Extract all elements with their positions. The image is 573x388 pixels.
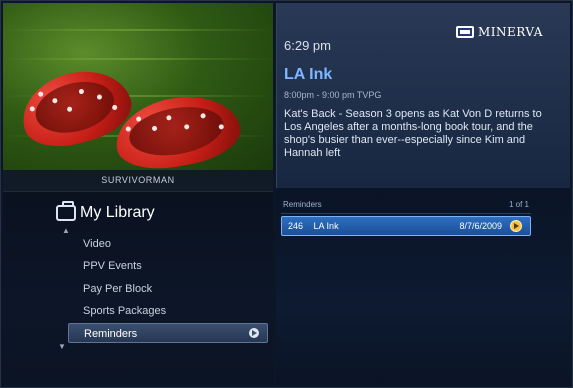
reminder-name: 246 LA Ink [288, 221, 339, 231]
program-description: Kat's Back - Season 3 opens as Kat Von D… [284, 108, 542, 159]
reminder-row[interactable]: 246 LA Ink 8/7/6/2009 [281, 216, 531, 236]
scroll-up-icon[interactable]: ▲ [62, 226, 70, 235]
menu-item-pay-per-block[interactable]: Pay Per Block [83, 283, 152, 295]
library-icon [56, 201, 76, 221]
reminders-count: 1 of 1 [508, 200, 529, 209]
current-time: 6:29 pm [284, 38, 331, 53]
brand-logo-icon [456, 26, 474, 38]
preview-thumbnail [3, 3, 273, 170]
chevron-right-icon [249, 328, 259, 338]
program-title: LA Ink [284, 66, 333, 83]
reminder-channel: 246 [288, 221, 304, 231]
reminder-title: LA Ink [313, 221, 339, 231]
preview-credit: SURVIVORMAN [101, 175, 175, 185]
brand-logo: MINERVA [456, 24, 543, 40]
reminders-header: Reminders 1 of 1 [281, 200, 531, 214]
scroll-down-icon[interactable]: ▼ [58, 342, 66, 351]
reminder-date: 8/7/6/2009 [459, 221, 502, 231]
library-title: My Library [80, 204, 155, 221]
menu-item-video[interactable]: Video [83, 238, 111, 250]
menu-item-sports-packages[interactable]: Sports Packages [83, 305, 166, 317]
play-icon[interactable] [510, 220, 522, 232]
program-time-rating: 8:00pm - 9:00 pm TVPG [284, 90, 382, 100]
brand-name: MINERVA [478, 25, 543, 39]
menu-item-reminders[interactable]: Reminders [68, 323, 268, 343]
menu-item-ppv-events[interactable]: PPV Events [83, 260, 142, 272]
menu-item-reminders-label: Reminders [84, 328, 138, 340]
preview-credit-bar: SURVIVORMAN [3, 170, 273, 192]
reminders-header-label: Reminders [283, 200, 322, 209]
